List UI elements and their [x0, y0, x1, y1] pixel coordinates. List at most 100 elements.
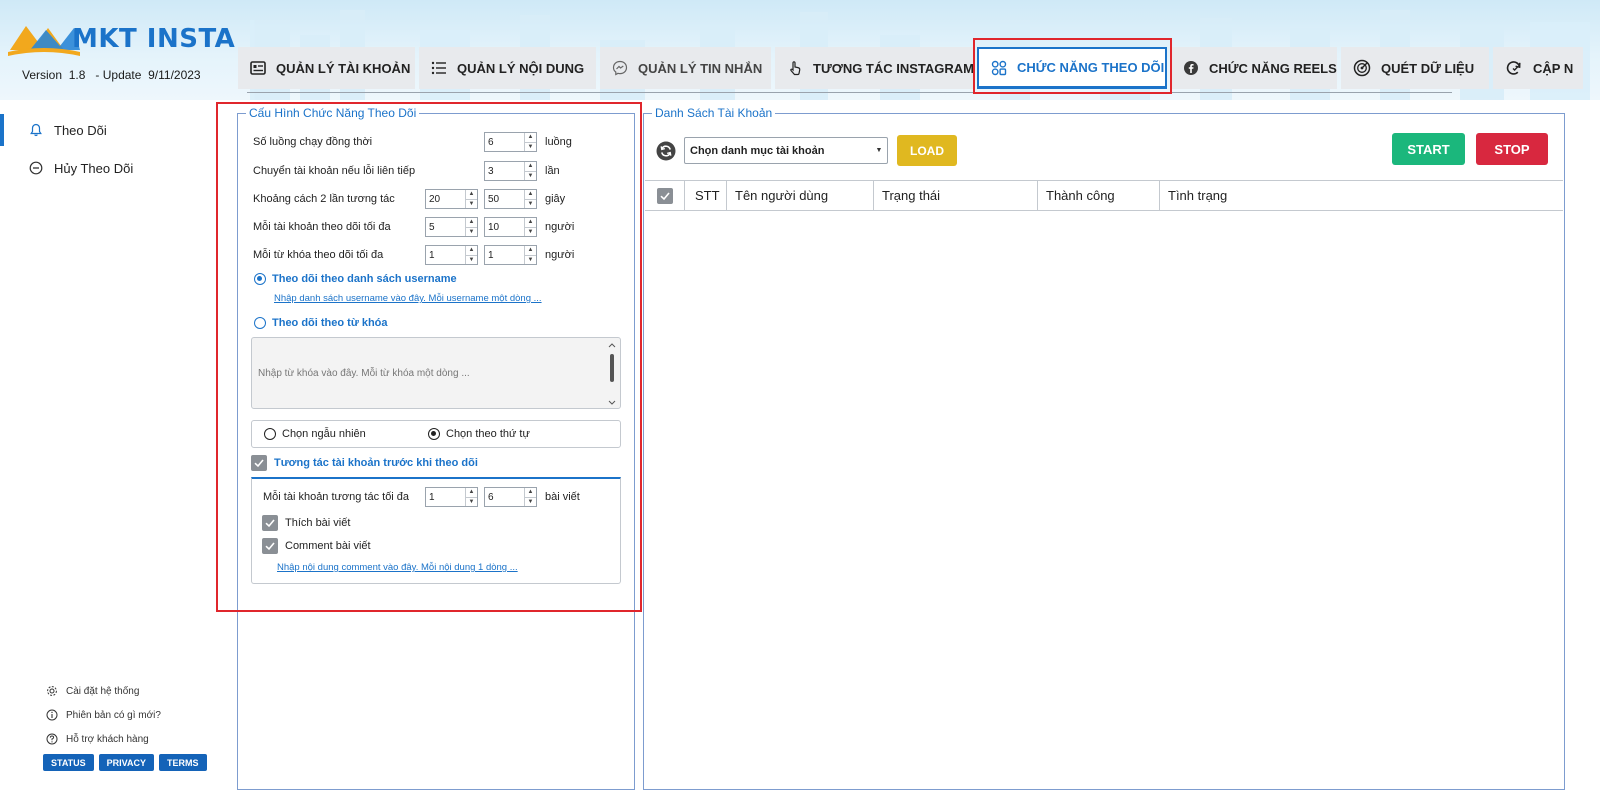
column-header-condition[interactable]: Tình trạng [1168, 181, 1227, 210]
system-settings-link[interactable]: Cài đặt hệ thống [46, 685, 139, 697]
delay-label: Khoảng cách 2 lần tương tác [253, 193, 395, 205]
comment-content-link[interactable]: Nhập nội dung comment vào đây. Mỗi nội d… [277, 562, 518, 573]
messenger-icon [612, 59, 628, 77]
stepper-up-icon[interactable]: ▲ [525, 218, 536, 228]
radio-empty-icon [254, 317, 266, 329]
threads-unit: luồng [545, 136, 572, 148]
like-post-checkbox[interactable] [262, 515, 278, 531]
radio-empty-icon [264, 428, 276, 440]
mode-username-radio[interactable]: Theo dõi theo danh sách username [254, 273, 457, 285]
per-account-max-stepper[interactable]: 10 ▲ ▼ [484, 217, 537, 237]
terms-button[interactable]: TERMS [159, 754, 207, 771]
stepper-up-icon[interactable]: ▲ [466, 488, 477, 498]
interact-before-follow-label: Tương tác tài khoản trước khi theo dõi [274, 457, 478, 469]
stepper-down-icon[interactable]: ▼ [466, 200, 477, 209]
tab-content-management[interactable]: QUẢN LÝ NỘI DUNG [419, 47, 596, 89]
per-account-min-stepper[interactable]: 5 ▲ ▼ [425, 217, 478, 237]
per-account-unit: người [545, 221, 575, 233]
stepper-up-icon[interactable]: ▲ [466, 246, 477, 256]
per-keyword-max-stepper[interactable]: 1 ▲ ▼ [484, 245, 537, 265]
account-list-panel: Danh Sách Tài Khoản [643, 106, 1565, 790]
column-header-username[interactable]: Tên người dùng [735, 181, 828, 210]
stepper-down-icon[interactable]: ▼ [525, 498, 536, 507]
interact-unit: bài viết [545, 491, 580, 503]
sidebar: Theo Dõi Hủy Theo Dõi [0, 100, 220, 810]
tab-account-management[interactable]: QUẢN LÝ TÀI KHOẢN [238, 47, 415, 89]
sidebar-item-unfollow[interactable]: Hủy Theo Dõi [0, 152, 220, 184]
interact-before-follow-checkbox[interactable] [251, 455, 267, 471]
switch-account-stepper[interactable]: 3 ▲ ▼ [484, 161, 537, 181]
threads-stepper[interactable]: 6 ▲ ▼ [484, 132, 537, 152]
username-list-link[interactable]: Nhập danh sách username vào đây. Mỗi use… [274, 293, 542, 304]
stop-button[interactable]: STOP [1476, 133, 1548, 165]
column-header-status[interactable]: Trạng thái [882, 181, 940, 210]
per-account-label: Mỗi tài khoản theo dõi tối đa [253, 221, 391, 233]
stepper-down-icon[interactable]: ▼ [525, 200, 536, 209]
order-sequence-radio[interactable]: Chọn theo thứ tự [428, 428, 530, 440]
start-button[interactable]: START [1392, 133, 1465, 165]
textarea-scrollbar[interactable] [607, 342, 617, 406]
privacy-button[interactable]: PRIVACY [98, 754, 155, 771]
delay-min-stepper[interactable]: 20 ▲ ▼ [425, 189, 478, 209]
tab-reels-function[interactable]: CHỨC NĂNG REELS [1171, 47, 1337, 89]
tab-update[interactable]: CẬP N [1493, 47, 1583, 89]
account-category-select[interactable]: Chọn danh mục tài khoản ▼ [684, 137, 888, 164]
status-button[interactable]: STATUS [43, 754, 94, 771]
refresh-icon[interactable] [656, 141, 676, 161]
mode-keyword-radio[interactable]: Theo dõi theo từ khóa [254, 317, 388, 329]
customer-support-link[interactable]: Hỗ trợ khách hàng [46, 733, 149, 745]
stepper-up-icon[interactable]: ▲ [525, 488, 536, 498]
stepper-up-icon[interactable]: ▲ [466, 190, 477, 200]
help-icon [46, 733, 58, 745]
column-header-stt[interactable]: STT [695, 181, 720, 210]
stepper-down-icon[interactable]: ▼ [525, 228, 536, 237]
account-list-title: Danh Sách Tài Khoản [652, 106, 776, 120]
whats-new-link[interactable]: Phiên bản có gì mới? [46, 709, 161, 721]
keyword-textarea[interactable]: Nhập từ khóa vào đây. Mỗi từ khóa một dò… [251, 337, 621, 409]
tab-data-scan[interactable]: QUÉT DỮ LIỆU [1341, 47, 1489, 89]
stepper-down-icon[interactable]: ▼ [525, 172, 536, 181]
order-random-radio[interactable]: Chọn ngẫu nhiên [264, 428, 366, 440]
stepper-down-icon[interactable]: ▼ [466, 256, 477, 265]
highlight-box-tab [973, 38, 1172, 94]
per-keyword-label: Mỗi từ khóa theo dõi tối đa [253, 249, 384, 261]
stepper-up-icon[interactable]: ▲ [525, 190, 536, 200]
radio-selected-icon [428, 428, 440, 440]
footer-badges: STATUS PRIVACY TERMS [43, 754, 212, 771]
stepper-down-icon[interactable]: ▼ [525, 143, 536, 152]
tab-instagram-interaction[interactable]: TƯƠNG TÁC INSTAGRAM [775, 47, 974, 89]
interact-max-stepper[interactable]: 6 ▲ ▼ [484, 487, 537, 507]
radio-selected-icon [254, 273, 266, 285]
stepper-down-icon[interactable]: ▼ [466, 228, 477, 237]
select-all-checkbox[interactable] [657, 188, 673, 204]
account-list-icon [250, 59, 266, 77]
tab-message-management[interactable]: QUẢN LÝ TIN NHẮN [600, 47, 771, 89]
stepper-up-icon[interactable]: ▲ [466, 218, 477, 228]
comment-post-checkbox[interactable] [262, 538, 278, 554]
stepper-up-icon[interactable]: ▲ [525, 133, 536, 143]
interact-min-stepper[interactable]: 1 ▲ ▼ [425, 487, 478, 507]
interact-max-label: Mỗi tài khoản tương tác tối đa [263, 491, 410, 503]
load-button[interactable]: LOAD [897, 135, 957, 166]
active-indicator [0, 114, 4, 146]
main-tabs: QUẢN LÝ TÀI KHOẢN QUẢN LÝ NỘI DUNG QUẢN … [238, 47, 1587, 93]
minus-circle-icon [28, 160, 44, 176]
column-header-success[interactable]: Thành công [1046, 181, 1115, 210]
sidebar-item-follow[interactable]: Theo Dõi [0, 114, 220, 146]
content-list-icon [431, 59, 447, 77]
per-keyword-min-stepper[interactable]: 1 ▲ ▼ [425, 245, 478, 265]
info-icon [46, 709, 58, 721]
stepper-down-icon[interactable]: ▼ [466, 498, 477, 507]
per-keyword-unit: người [545, 249, 575, 261]
facebook-icon [1183, 59, 1199, 77]
stepper-up-icon[interactable]: ▲ [525, 246, 536, 256]
like-post-label: Thích bài viết [285, 517, 351, 529]
tab-underline [247, 92, 1452, 93]
delay-max-stepper[interactable]: 50 ▲ ▼ [484, 189, 537, 209]
check-icon [265, 519, 275, 528]
stepper-up-icon[interactable]: ▲ [525, 162, 536, 172]
gear-icon [47, 686, 57, 696]
account-table-header: STT Tên người dùng Trạng thái Thành công… [645, 180, 1563, 211]
bell-icon [28, 122, 44, 138]
stepper-down-icon[interactable]: ▼ [525, 256, 536, 265]
